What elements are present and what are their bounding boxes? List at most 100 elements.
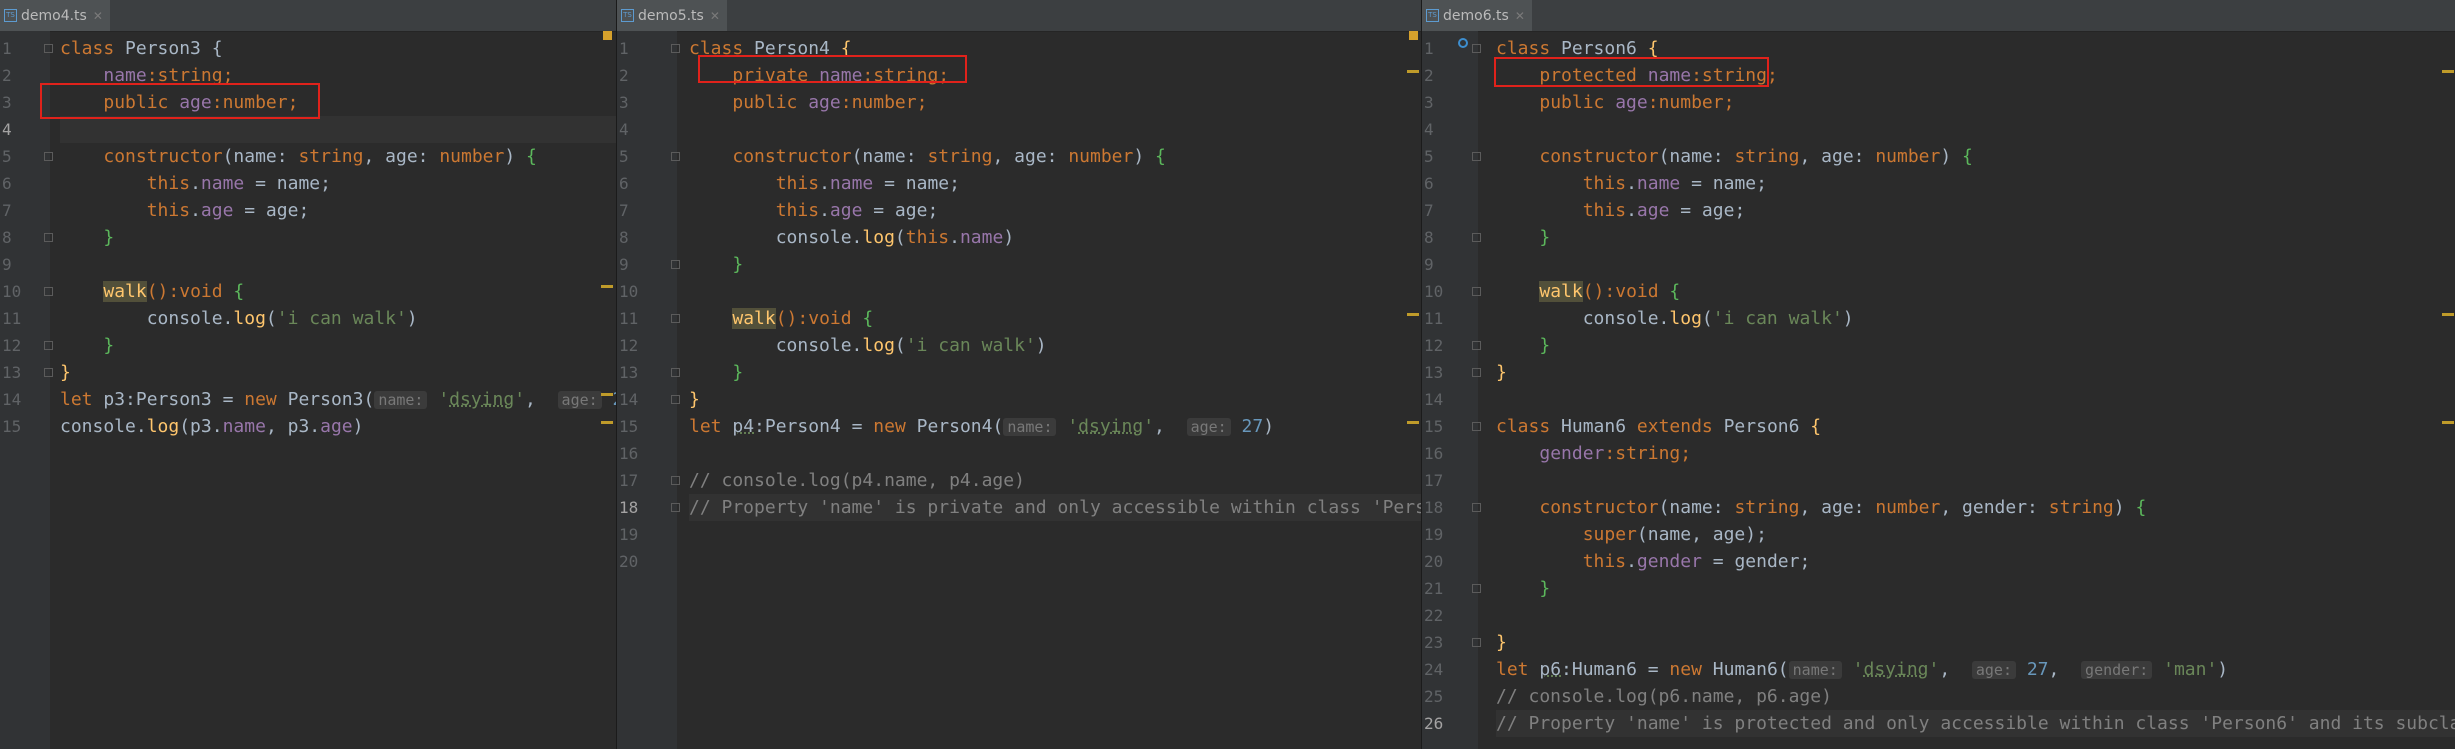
code-line[interactable]: let p4:Person4 = new Person4(name: 'dsyi… <box>689 413 1421 440</box>
code-line[interactable]: gender:string; <box>1496 440 2455 467</box>
fold-marker-icon[interactable] <box>1472 368 1481 377</box>
code-line[interactable]: console.log('i can walk') <box>60 305 616 332</box>
code-line[interactable]: } <box>1496 575 2455 602</box>
fold-marker-icon[interactable] <box>1472 422 1481 431</box>
tab-demo4[interactable]: TS demo4.ts ✕ <box>0 0 110 31</box>
fold-marker-icon[interactable] <box>671 152 680 161</box>
fold-marker-icon[interactable] <box>1472 638 1481 647</box>
line-number: 12 <box>1424 336 1444 355</box>
code-line[interactable]: class Person3 { <box>60 35 616 62</box>
fold-marker-icon[interactable] <box>671 260 680 269</box>
fold-marker-icon[interactable] <box>1472 341 1481 350</box>
editor-pane-demo5[interactable]: TS demo5.ts ✕ 1 2 3 4 5 6 7 8 9 10 11 12 13 14 15 16 17 1… <box>617 0 1422 749</box>
code-line[interactable] <box>60 251 616 278</box>
code-line[interactable]: constructor(name: string, age: number) { <box>689 143 1421 170</box>
code-token: ():void <box>775 308 863 329</box>
code-line[interactable] <box>689 521 1421 548</box>
fold-marker-icon[interactable] <box>44 152 53 161</box>
code-area[interactable]: class Person4 { private name:string; pub… <box>689 31 1421 749</box>
code-line[interactable]: this.age = age; <box>689 197 1421 224</box>
code-line[interactable]: this.name = name; <box>1496 170 2455 197</box>
code-line[interactable] <box>1496 467 2455 494</box>
close-tab-icon[interactable]: ✕ <box>710 9 720 23</box>
code-line[interactable]: } <box>1496 629 2455 656</box>
editor-pane-demo6[interactable]: TS demo6.ts ✕ 1 2 3 4 5 6 7 8 9 10 11 12 13 14 15 16 17 1… <box>1422 0 2455 749</box>
code-line[interactable] <box>1496 386 2455 413</box>
code-line[interactable]: console.log('i can walk') <box>689 332 1421 359</box>
code-line[interactable]: console.log(this.name) <box>689 224 1421 251</box>
fold-marker-icon[interactable] <box>671 44 680 53</box>
fold-marker-icon[interactable] <box>44 287 53 296</box>
code-line[interactable] <box>1496 602 2455 629</box>
code-line[interactable]: let p3:Person3 = new Person3(name: 'dsyi… <box>60 386 616 413</box>
code-line[interactable]: super(name, age); <box>1496 521 2455 548</box>
fold-marker-icon[interactable] <box>44 233 53 242</box>
code-line[interactable]: let p6:Human6 = new Human6(name: 'dsying… <box>1496 656 2455 683</box>
code-line[interactable]: this.name = name; <box>689 170 1421 197</box>
code-line[interactable]: walk():void { <box>689 305 1421 332</box>
fold-marker-icon[interactable] <box>671 395 680 404</box>
code-line[interactable]: console.log('i can walk') <box>1496 305 2455 332</box>
code-line[interactable] <box>689 548 1421 575</box>
line-number: 18 <box>1424 498 1444 517</box>
line-number: 12 <box>619 336 639 355</box>
code-line[interactable]: } <box>689 251 1421 278</box>
fold-marker-icon[interactable] <box>44 368 53 377</box>
fold-marker-icon[interactable] <box>1472 152 1481 161</box>
code-line[interactable]: } <box>60 359 616 386</box>
code-line[interactable]: } <box>1496 359 2455 386</box>
fold-marker-icon[interactable] <box>671 476 680 485</box>
editor-pane-demo4[interactable]: TS demo4.ts ✕ 1 2 3 4 5 6 7 8 9 10 11 12 13 14 15 clas… <box>0 0 617 749</box>
error-stripe-mark <box>1407 313 1419 316</box>
fold-marker-icon[interactable] <box>1472 503 1481 512</box>
code-line[interactable]: constructor(name: string, age: number) { <box>1496 143 2455 170</box>
tab-demo6[interactable]: TS demo6.ts ✕ <box>1422 0 1532 31</box>
code-line[interactable]: this.age = age; <box>1496 197 2455 224</box>
override-gutter-icon[interactable] <box>1458 38 1468 48</box>
code-line[interactable]: constructor(name: string, age: number) { <box>60 143 616 170</box>
fold-marker-icon[interactable] <box>671 503 680 512</box>
code-line[interactable]: } <box>60 332 616 359</box>
code-area[interactable]: class Person3 { name:string; public age:… <box>60 31 616 749</box>
code-line[interactable]: } <box>689 386 1421 413</box>
fold-marker-icon[interactable] <box>671 368 680 377</box>
code-line[interactable]: console.log(p3.name, p3.age) <box>60 413 616 440</box>
close-tab-icon[interactable]: ✕ <box>1515 9 1525 23</box>
code-line[interactable]: this.age = age; <box>60 197 616 224</box>
code-line[interactable] <box>1496 251 2455 278</box>
code-line[interactable]: // Property 'name' is protected and only… <box>1496 710 2455 737</box>
code-line[interactable]: } <box>1496 332 2455 359</box>
code-line[interactable]: walk():void { <box>60 278 616 305</box>
code-token: let <box>1496 659 1540 680</box>
code-line[interactable]: class Human6 extends Person6 { <box>1496 413 2455 440</box>
code-line[interactable]: this.name = name; <box>60 170 616 197</box>
code-line[interactable]: } <box>1496 224 2455 251</box>
code-line[interactable] <box>689 278 1421 305</box>
code-line[interactable]: public age:number; <box>1496 89 2455 116</box>
code-line[interactable] <box>689 116 1421 143</box>
fold-marker-icon[interactable] <box>1472 233 1481 242</box>
code-line[interactable] <box>60 116 616 143</box>
fold-marker-icon[interactable] <box>1472 44 1481 53</box>
code-line[interactable] <box>689 440 1421 467</box>
line-number: 13 <box>1424 363 1444 382</box>
code-line[interactable]: this.gender = gender; <box>1496 548 2455 575</box>
code-line[interactable]: // console.log(p4.name, p4.age) <box>689 467 1421 494</box>
fold-marker-icon[interactable] <box>44 44 53 53</box>
fold-marker-icon[interactable] <box>44 341 53 350</box>
code-area[interactable]: class Person6 { protected name:string; p… <box>1496 31 2455 749</box>
code-line[interactable]: walk():void { <box>1496 278 2455 305</box>
code-line[interactable]: public age:number; <box>689 89 1421 116</box>
code-line[interactable] <box>1496 116 2455 143</box>
tab-demo5[interactable]: TS demo5.ts ✕ <box>617 0 727 31</box>
code-line[interactable]: // console.log(p6.name, p6.age) <box>1496 683 2455 710</box>
code-line[interactable]: } <box>689 359 1421 386</box>
fold-marker-icon[interactable] <box>1472 584 1481 593</box>
code-line[interactable]: } <box>60 224 616 251</box>
code-line[interactable]: constructor(name: string, age: number, g… <box>1496 494 2455 521</box>
fold-marker-icon[interactable] <box>1472 287 1481 296</box>
code-token: = name; <box>1680 173 1767 194</box>
fold-marker-icon[interactable] <box>671 314 680 323</box>
code-line[interactable]: // Property 'name' is private and only a… <box>689 494 1421 521</box>
close-tab-icon[interactable]: ✕ <box>93 9 103 23</box>
